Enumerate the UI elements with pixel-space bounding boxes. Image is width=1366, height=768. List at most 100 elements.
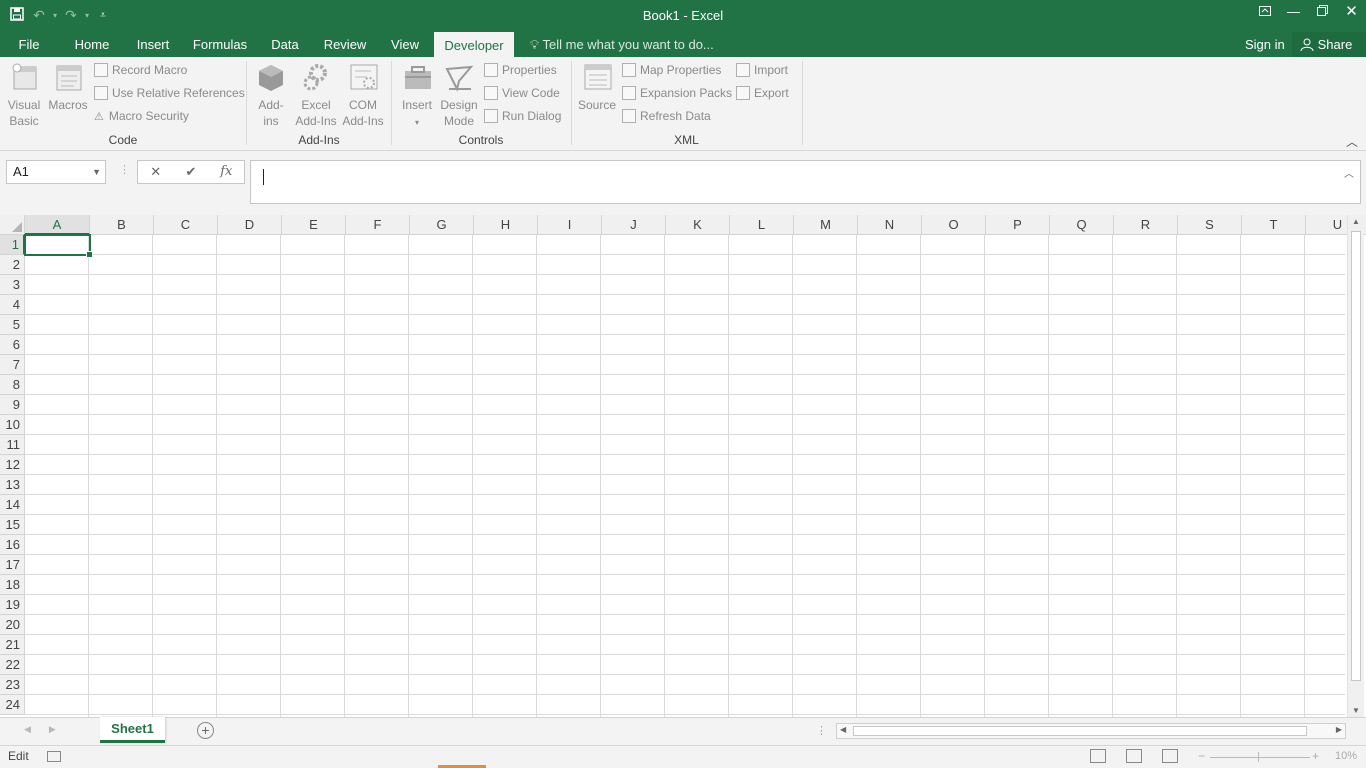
formula-input[interactable]: ︿ — [250, 160, 1361, 204]
tab-home[interactable]: Home — [70, 32, 114, 57]
column-header-r[interactable]: R — [1114, 215, 1178, 235]
name-box[interactable]: A1 ▼ — [6, 160, 106, 184]
row-header-7[interactable]: 7 — [0, 355, 25, 375]
page-break-preview-icon[interactable] — [1162, 749, 1178, 763]
row-header-23[interactable]: 23 — [0, 675, 25, 695]
row-header-17[interactable]: 17 — [0, 555, 25, 575]
page-layout-view-icon[interactable] — [1126, 749, 1142, 763]
column-header-l[interactable]: L — [730, 215, 794, 235]
select-all-button[interactable] — [0, 215, 25, 235]
tab-formulas[interactable]: Formulas — [190, 32, 250, 57]
insert-function-icon[interactable]: fx — [209, 161, 244, 183]
row-header-13[interactable]: 13 — [0, 475, 25, 495]
row-header-3[interactable]: 3 — [0, 275, 25, 295]
use-relative-references-button[interactable]: Use Relative References — [94, 83, 245, 103]
zoom-out-icon[interactable]: − — [1198, 749, 1205, 763]
sheet-nav-arrows[interactable]: ◀▶ — [24, 724, 74, 735]
properties-button[interactable]: Properties — [484, 60, 557, 80]
macro-security-button[interactable]: ⚠ Macro Security — [94, 106, 189, 126]
sign-in-link[interactable]: Sign in — [1245, 32, 1285, 57]
column-header-s[interactable]: S — [1178, 215, 1242, 235]
add-sheet-icon[interactable]: + — [197, 722, 214, 739]
insert-control-button[interactable]: Insert ▾ — [398, 61, 436, 131]
row-header-20[interactable]: 20 — [0, 615, 25, 635]
scroll-down-icon[interactable]: ▼ — [1352, 706, 1360, 715]
xml-source-button[interactable]: Source — [576, 61, 618, 113]
column-header-j[interactable]: J — [602, 215, 666, 235]
row-header-22[interactable]: 22 — [0, 655, 25, 675]
column-header-t[interactable]: T — [1242, 215, 1306, 235]
row-header-19[interactable]: 19 — [0, 595, 25, 615]
row-header-2[interactable]: 2 — [0, 255, 25, 275]
collapse-ribbon-icon[interactable]: ︿ — [1346, 133, 1358, 150]
row-header-11[interactable]: 11 — [0, 435, 25, 455]
row-header-24[interactable]: 24 — [0, 695, 25, 715]
zoom-slider[interactable] — [1210, 757, 1310, 758]
tab-developer[interactable]: Developer — [434, 32, 514, 57]
record-macro-button[interactable]: Record Macro — [94, 60, 187, 80]
row-header-1[interactable]: 1 — [0, 235, 25, 255]
scroll-right-icon[interactable]: ▶ — [1336, 725, 1342, 734]
formula-bar-grip-icon[interactable]: ⋮ — [119, 163, 130, 176]
column-header-i[interactable]: I — [538, 215, 602, 235]
zoom-slider-thumb[interactable] — [1258, 752, 1259, 762]
column-header-n[interactable]: N — [858, 215, 922, 235]
sheet-tab-sheet1[interactable]: Sheet1 — [100, 717, 165, 743]
minimize-icon[interactable]: — — [1279, 0, 1308, 24]
chevron-down-icon[interactable]: ▼ — [92, 161, 101, 183]
column-header-e[interactable]: E — [282, 215, 346, 235]
tab-data[interactable]: Data — [267, 32, 303, 57]
horizontal-scroll-thumb[interactable] — [853, 726, 1307, 736]
import-button[interactable]: Import — [736, 60, 788, 80]
cancel-icon[interactable]: ✕ — [138, 161, 173, 183]
close-icon[interactable]: ✕ — [1337, 0, 1366, 24]
row-header-8[interactable]: 8 — [0, 375, 25, 395]
row-header-18[interactable]: 18 — [0, 575, 25, 595]
tab-review[interactable]: Review — [320, 32, 370, 57]
view-code-button[interactable]: View Code — [484, 83, 560, 103]
tell-me-search[interactable]: 💡︎ Tell me what you want to do... — [530, 32, 714, 57]
row-header-9[interactable]: 9 — [0, 395, 25, 415]
scroll-up-icon[interactable]: ▲ — [1352, 217, 1360, 226]
vertical-scroll-thumb[interactable] — [1351, 231, 1361, 681]
normal-view-icon[interactable] — [1090, 749, 1106, 763]
column-header-h[interactable]: H — [474, 215, 538, 235]
macro-recording-icon[interactable] — [47, 751, 61, 762]
tab-file[interactable]: File — [12, 32, 46, 57]
visual-basic-button[interactable]: Visual Basic — [4, 61, 44, 129]
refresh-data-button[interactable]: Refresh Data — [622, 106, 711, 126]
column-header-q[interactable]: Q — [1050, 215, 1114, 235]
restore-icon[interactable] — [1308, 0, 1337, 24]
column-header-c[interactable]: C — [154, 215, 218, 235]
column-header-m[interactable]: M — [794, 215, 858, 235]
column-header-p[interactable]: P — [986, 215, 1050, 235]
macros-button[interactable]: Macros — [46, 61, 90, 113]
tab-view[interactable]: View — [386, 32, 424, 57]
row-header-5[interactable]: 5 — [0, 315, 25, 335]
tab-insert[interactable]: Insert — [132, 32, 174, 57]
add-ins-button[interactable]: Add- ins — [252, 61, 290, 129]
row-header-16[interactable]: 16 — [0, 535, 25, 555]
scroll-left-icon[interactable]: ◀ — [840, 725, 846, 734]
column-header-d[interactable]: D — [218, 215, 282, 235]
active-cell[interactable] — [24, 234, 93, 258]
column-header-g[interactable]: G — [410, 215, 474, 235]
map-properties-button[interactable]: Map Properties — [622, 60, 721, 80]
row-header-21[interactable]: 21 — [0, 635, 25, 655]
share-button[interactable]: Share — [1292, 32, 1366, 57]
vertical-scrollbar[interactable]: ▲ ▼ — [1347, 215, 1364, 717]
run-dialog-button[interactable]: Run Dialog — [484, 106, 561, 126]
row-header-12[interactable]: 12 — [0, 455, 25, 475]
row-header-15[interactable]: 15 — [0, 515, 25, 535]
zoom-in-icon[interactable]: + — [1312, 749, 1319, 763]
excel-add-ins-button[interactable]: Excel Add-Ins — [294, 61, 338, 129]
expansion-packs-button[interactable]: Expansion Packs — [622, 83, 732, 103]
row-header-4[interactable]: 4 — [0, 295, 25, 315]
row-header-6[interactable]: 6 — [0, 335, 25, 355]
enter-icon[interactable]: ✔ — [173, 161, 208, 183]
column-header-o[interactable]: O — [922, 215, 986, 235]
expand-formula-bar-icon[interactable]: ︿ — [1344, 165, 1354, 180]
horizontal-scrollbar[interactable]: ◀ ▶ — [836, 723, 1346, 739]
column-header-b[interactable]: B — [90, 215, 154, 235]
row-header-14[interactable]: 14 — [0, 495, 25, 515]
